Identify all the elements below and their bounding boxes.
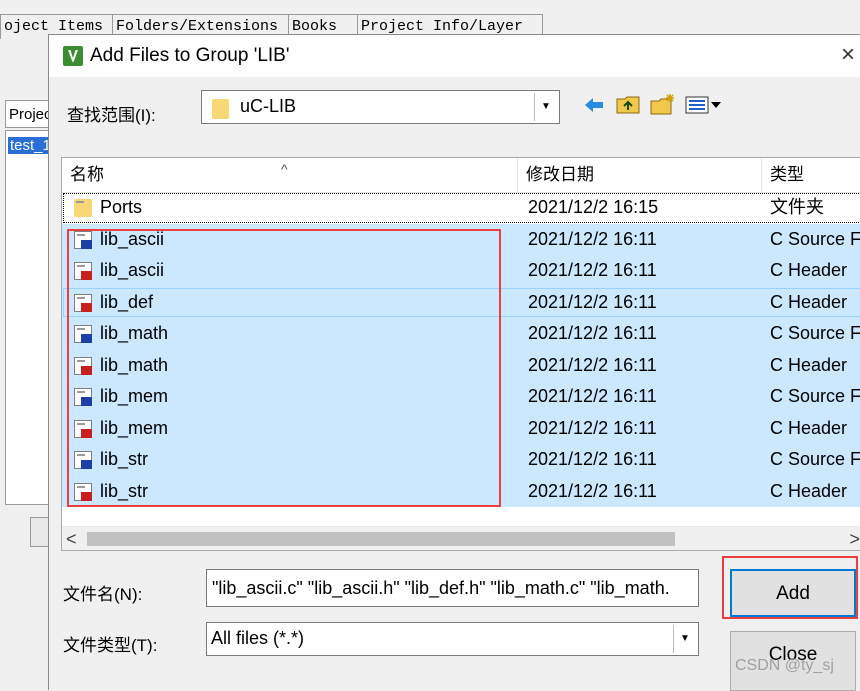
file-type: C Header xyxy=(770,260,848,280)
column-header-type[interactable]: 类型 xyxy=(762,158,860,192)
file-date: 2021/12/2 16:11 xyxy=(528,480,657,501)
horizontal-scrollbar[interactable]: < > xyxy=(62,526,860,550)
file-date: 2021/12/2 16:11 xyxy=(528,354,657,375)
column-header-name[interactable]: 名称 ^ xyxy=(62,158,518,192)
bg-project-tab[interactable]: Projec xyxy=(5,100,50,128)
view-menu-icon[interactable] xyxy=(685,95,723,115)
title-bar[interactable]: Add Files to Group 'LIB' × xyxy=(49,35,860,77)
list-header: 名称 ^ 修改日期 类型 xyxy=(62,158,860,193)
scroll-right-icon[interactable]: > xyxy=(849,527,860,550)
folder-icon xyxy=(212,99,229,119)
chevron-down-icon[interactable]: ▼ xyxy=(534,93,557,121)
look-in-combo[interactable]: uC-LIB ▼ xyxy=(201,90,560,124)
highlight-box-files xyxy=(67,229,501,507)
file-date: 2021/12/2 16:11 xyxy=(528,228,657,249)
scrollbar-thumb[interactable] xyxy=(87,532,675,546)
bg-button[interactable] xyxy=(30,517,50,547)
bg-project-tree[interactable]: test_1 xyxy=(5,130,53,505)
file-type: C Header xyxy=(770,354,848,375)
keil-app-icon xyxy=(63,46,83,66)
highlight-box-add xyxy=(722,556,858,619)
file-date: 2021/12/2 16:11 xyxy=(528,291,657,312)
chevron-down-icon[interactable]: ▼ xyxy=(673,625,696,653)
column-label: 名称 xyxy=(70,165,104,184)
file-date: 2021/12/2 16:11 xyxy=(528,260,657,280)
file-name-label: 文件名(N): xyxy=(63,585,143,604)
file-type: C Header xyxy=(770,417,848,438)
dialog-title: Add Files to Group 'LIB' xyxy=(90,45,290,66)
file-name-input[interactable]: "lib_ascii.c" "lib_ascii.h" "lib_def.h" … xyxy=(206,569,699,607)
sort-ascending-icon: ^ xyxy=(281,161,288,177)
watermark: CSDN @ty_sj xyxy=(735,657,834,674)
file-row[interactable]: Ports 2021/12/2 16:15 文件夹 xyxy=(62,192,860,224)
file-type: C Header xyxy=(770,480,848,501)
file-date: 2021/12/2 16:11 xyxy=(528,449,657,469)
look-in-value: uC-LIB xyxy=(240,96,297,116)
file-date: 2021/12/2 16:11 xyxy=(528,417,657,438)
back-arrow-icon[interactable] xyxy=(583,95,605,115)
up-folder-icon[interactable] xyxy=(616,94,640,114)
file-date: 2021/12/2 16:11 xyxy=(528,323,657,343)
file-type: C Source F xyxy=(770,323,860,343)
file-type-value: All files (*.*) xyxy=(211,628,305,648)
scroll-left-icon[interactable]: < xyxy=(66,527,77,550)
bg-tree-item[interactable]: test_1 xyxy=(8,137,53,154)
file-type-select[interactable]: All files (*.*) ▼ xyxy=(206,622,699,656)
look-in-label: 查找范围(I): xyxy=(67,106,156,125)
file-date: 2021/12/2 16:11 xyxy=(528,386,657,406)
file-name: Ports xyxy=(100,197,143,217)
file-type-label: 文件类型(T): xyxy=(63,636,158,655)
file-type: C Source F xyxy=(770,449,860,469)
file-date: 2021/12/2 16:15 xyxy=(528,197,659,217)
new-folder-icon[interactable] xyxy=(650,93,676,115)
file-type: 文件夹 xyxy=(770,197,824,217)
file-type: C Source F xyxy=(770,386,860,406)
close-icon[interactable]: × xyxy=(841,41,855,69)
file-type: C Source F xyxy=(770,228,860,249)
column-header-date[interactable]: 修改日期 xyxy=(518,158,762,192)
background-panel: Projec test_1 xyxy=(0,40,53,610)
folder-icon xyxy=(74,199,92,217)
file-type: C Header xyxy=(770,291,848,312)
